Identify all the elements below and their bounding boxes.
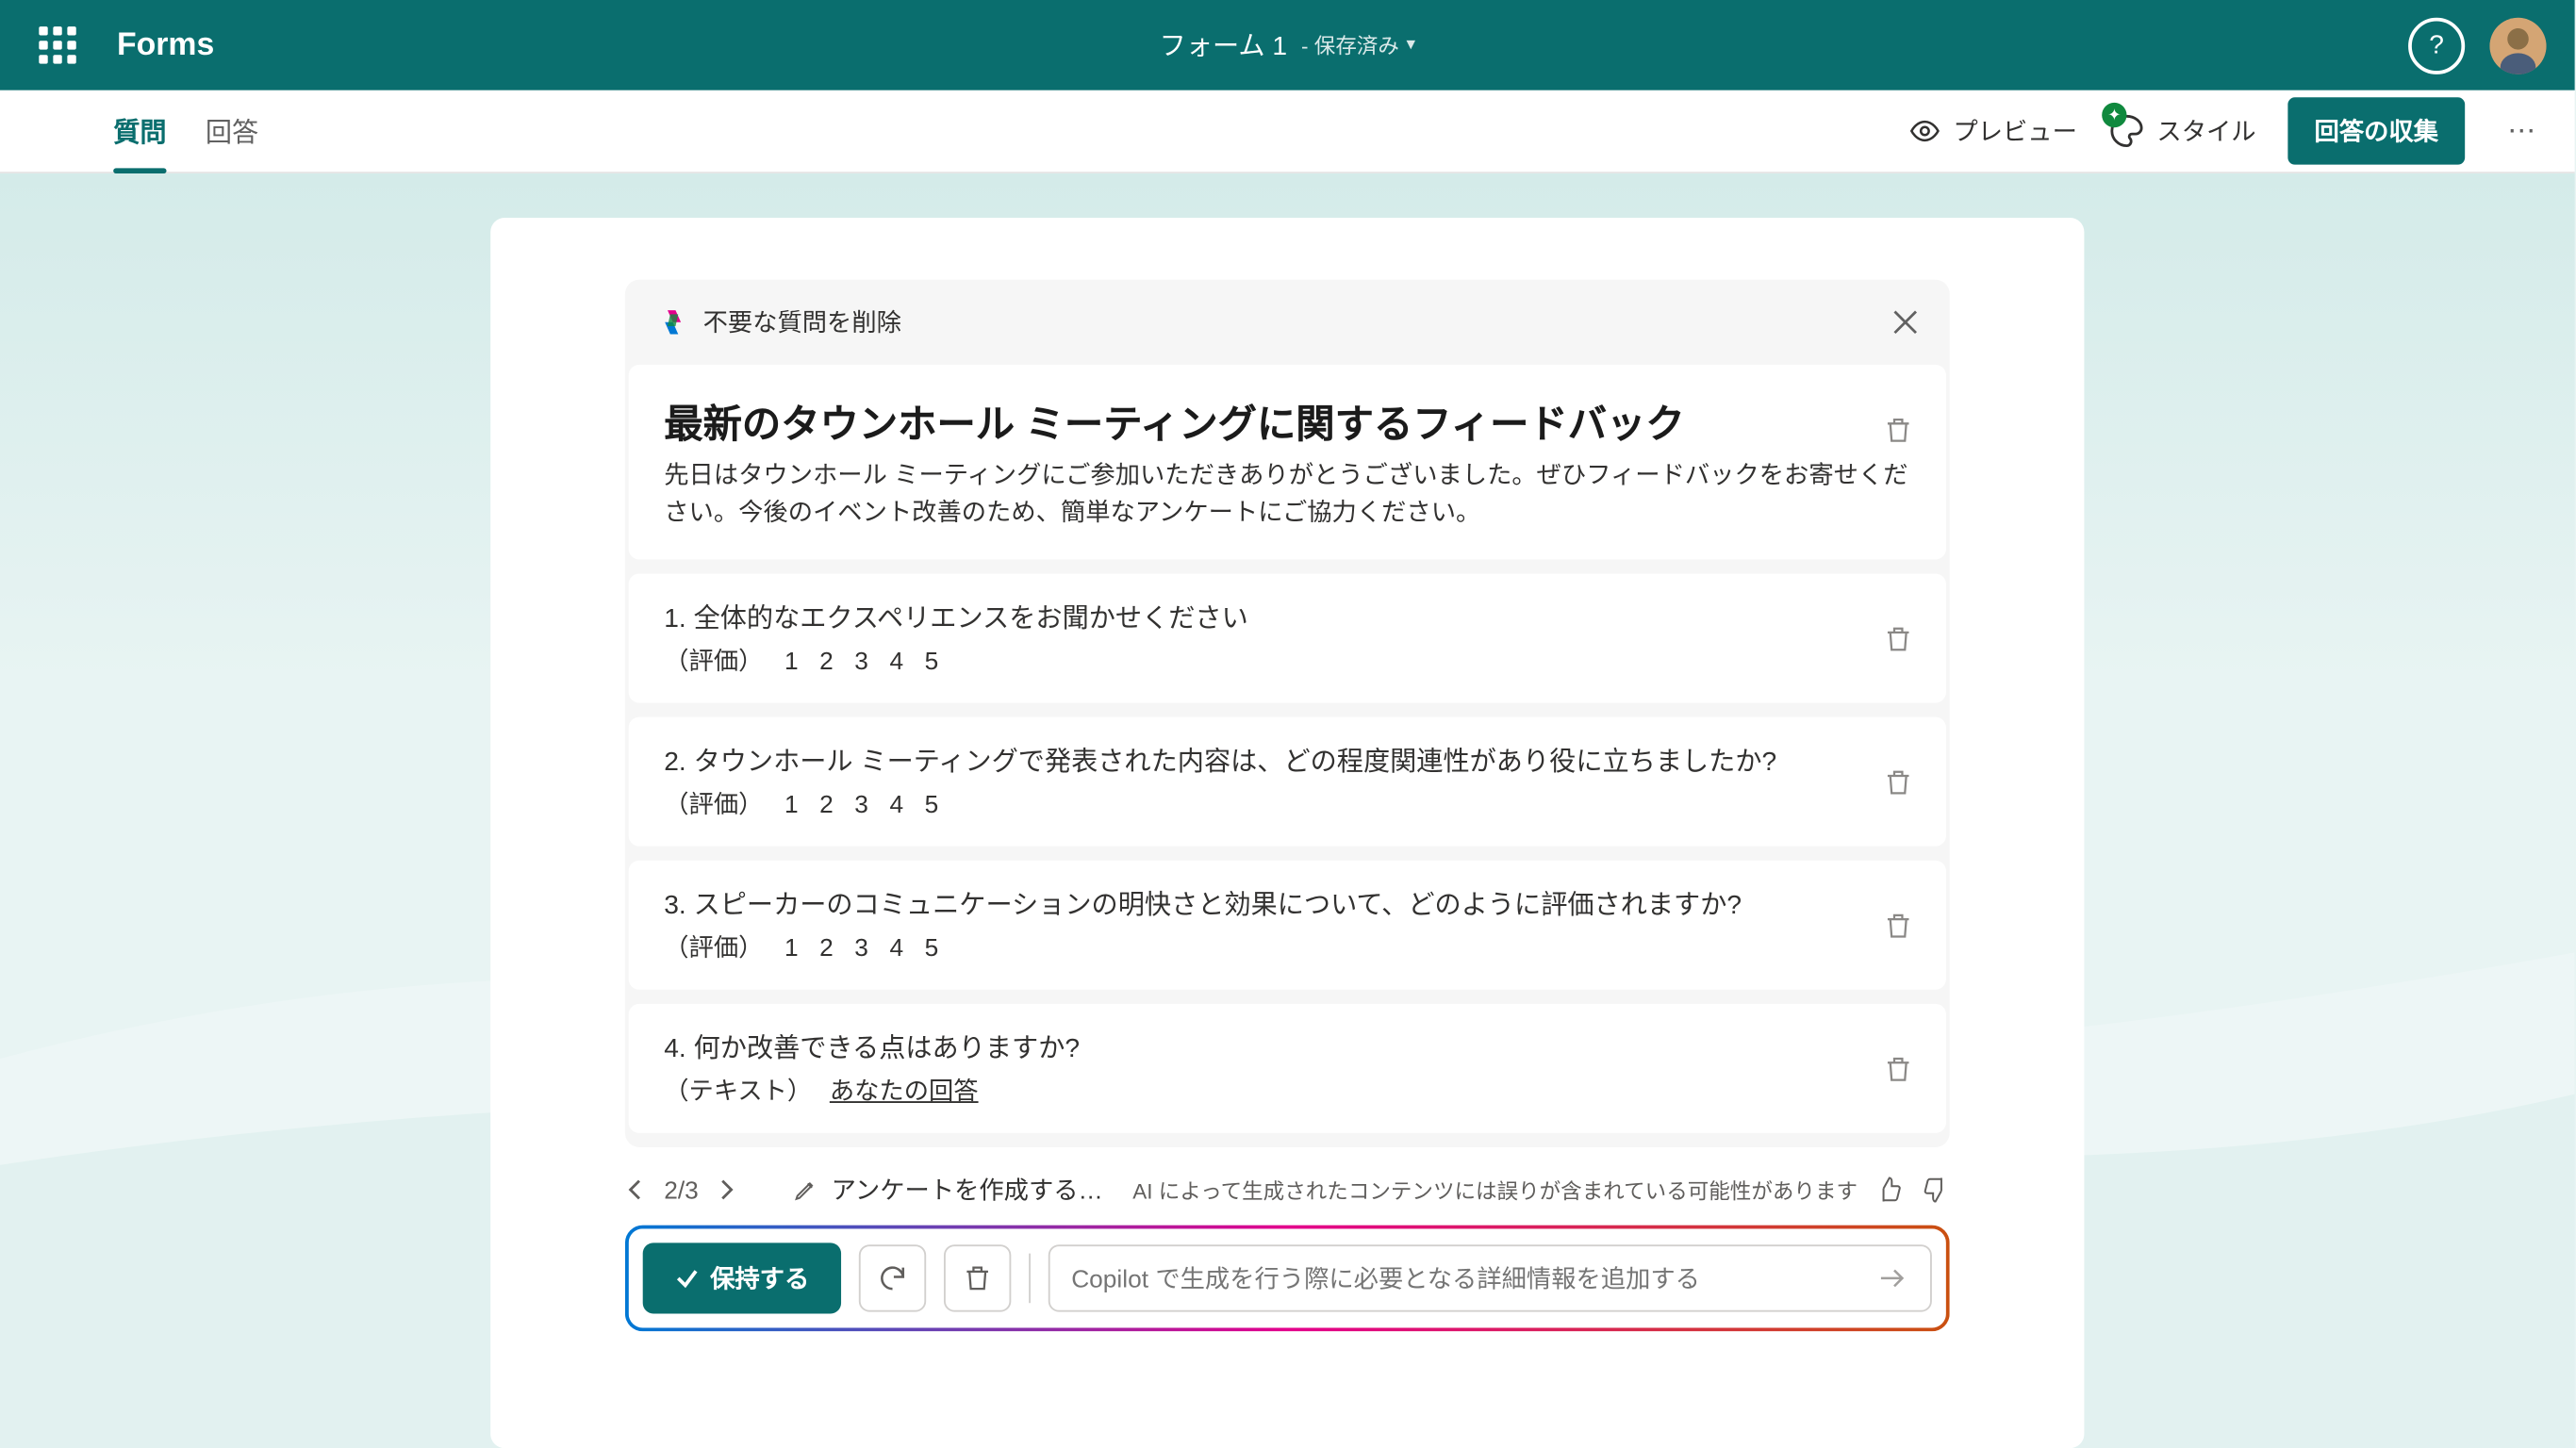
style-label: スタイル — [2156, 113, 2255, 149]
question-card[interactable]: 3. スピーカーのコミュニケーションの明快さと効果について、どのように評価されま… — [629, 861, 1946, 990]
question-meta: （評価）12345 — [664, 930, 1910, 965]
delete-question-button[interactable] — [1882, 622, 1914, 654]
copilot-action-bar: 保持する — [625, 1226, 1950, 1332]
question-meta: （評価）12345 — [664, 786, 1910, 822]
prev-suggestion-button[interactable] — [625, 1179, 647, 1201]
tab-questions[interactable]: 質問 — [113, 91, 166, 172]
copilot-panel-title: 不要な質問を削除 — [703, 304, 901, 340]
chevron-down-icon: ▾ — [1406, 36, 1414, 56]
close-icon — [1893, 310, 1918, 335]
thumbs-down-button[interactable] — [1922, 1176, 1950, 1204]
arrow-right-icon — [1877, 1262, 1909, 1294]
trash-icon — [1882, 765, 1914, 798]
edit-prompt-button[interactable]: アンケートを作成する… — [794, 1172, 1103, 1208]
refresh-icon — [877, 1262, 909, 1294]
pencil-icon — [794, 1177, 818, 1202]
question-text: 3. スピーカーのコミュニケーションの明快さと効果について、どのように評価されま… — [664, 885, 1910, 922]
page-indicator: 2/3 — [664, 1176, 699, 1204]
form-description: 先日はタウンホール ミーティングにご参加いただきありがとうございました。ぜひフィ… — [664, 457, 1910, 532]
question-meta: （テキスト） あなたの回答 — [664, 1073, 1910, 1109]
tabs: 質問 回答 — [113, 91, 258, 172]
thumbs-down-icon — [1922, 1176, 1950, 1204]
copilot-panel: 不要な質問を削除 最新のタウンホール ミーティングに関するフィードバック 先日は… — [625, 280, 1950, 1147]
preview-label: プレビュー — [1953, 113, 2076, 149]
brand-label: Forms — [117, 26, 214, 63]
trash-icon — [1882, 909, 1914, 941]
delete-question-button[interactable] — [1882, 1052, 1914, 1084]
trash-icon — [1882, 622, 1914, 654]
chevron-right-icon — [717, 1179, 738, 1201]
send-button[interactable] — [1877, 1262, 1909, 1294]
tab-responses[interactable]: 回答 — [206, 91, 258, 172]
question-card[interactable]: 4. 何か改善できる点はありますか? （テキスト） あなたの回答 — [629, 1004, 1946, 1133]
ai-disclaimer: AI によって生成されたコンテンツには誤りが含まれている可能性があります — [1132, 1175, 1858, 1205]
question-card[interactable]: 2. タウンホール ミーティングで発表された内容は、どの程度関連性があり役に立ち… — [629, 717, 1946, 847]
chevron-left-icon — [625, 1179, 647, 1201]
copilot-input-wrapper — [1049, 1244, 1932, 1311]
question-text: 4. 何か改善できる点はありますか? — [664, 1028, 1910, 1065]
preview-button[interactable]: プレビュー — [1908, 113, 2076, 149]
more-button[interactable]: ⋯ — [2497, 113, 2547, 149]
divider — [1029, 1254, 1031, 1304]
question-card[interactable]: 1. 全体的なエクスペリエンスをお聞かせください （評価）12345 — [629, 573, 1946, 702]
thumbs-up-button[interactable] — [1875, 1176, 1904, 1204]
sub-toolbar: 質問 回答 プレビュー ✦ スタイル 回答の収集 ⋯ — [0, 90, 2575, 173]
regenerate-button[interactable] — [859, 1244, 926, 1311]
close-panel-button[interactable] — [1893, 310, 1918, 335]
form-title-dropdown[interactable]: フォーム 1 - 保存済み ▾ — [1160, 26, 1415, 63]
copilot-icon — [657, 306, 689, 338]
stage: 不要な質問を削除 最新のタウンホール ミーティングに関するフィードバック 先日は… — [0, 173, 2575, 1448]
delete-intro-button[interactable] — [1882, 414, 1914, 446]
top-header: Forms フォーム 1 - 保存済み ▾ ? — [0, 0, 2575, 90]
delete-question-button[interactable] — [1882, 909, 1914, 941]
thumbs-up-icon — [1875, 1176, 1904, 1204]
discard-button[interactable] — [944, 1244, 1011, 1311]
question-meta: （評価）12345 — [664, 643, 1910, 679]
form-title: 最新のタウンホール ミーティングに関するフィードバック — [664, 393, 1910, 450]
keep-button[interactable]: 保持する — [643, 1242, 841, 1313]
intro-card[interactable]: 最新のタウンホール ミーティングに関するフィードバック 先日はタウンホール ミー… — [629, 365, 1946, 560]
trash-icon — [962, 1262, 994, 1294]
user-avatar[interactable] — [2489, 17, 2546, 74]
style-badge-icon: ✦ — [2102, 103, 2126, 127]
form-canvas: 不要な質問を削除 最新のタウンホール ミーティングに関するフィードバック 先日は… — [490, 218, 2084, 1448]
question-text: 1. 全体的なエクスペリエンスをお聞かせください — [664, 599, 1910, 635]
question-text: 2. タウンホール ミーティングで発表された内容は、どの程度関連性があり役に立ち… — [664, 742, 1910, 779]
keep-label: 保持する — [710, 1260, 809, 1296]
form-name: フォーム 1 — [1160, 26, 1287, 63]
help-button[interactable]: ? — [2408, 17, 2465, 74]
saved-status: - 保存済み — [1301, 30, 1399, 60]
next-suggestion-button[interactable] — [717, 1179, 738, 1201]
style-button[interactable]: ✦ スタイル — [2109, 113, 2256, 149]
copilot-input[interactable] — [1071, 1264, 1876, 1292]
check-icon — [675, 1266, 700, 1291]
app-launcher-button[interactable] — [28, 17, 85, 74]
eye-icon — [1908, 115, 1940, 147]
edit-prompt-label: アンケートを作成する… — [832, 1172, 1103, 1208]
waffle-icon — [38, 26, 74, 63]
copilot-panel-header: 不要な質問を削除 — [625, 280, 1950, 365]
collect-responses-button[interactable]: 回答の収集 — [2287, 97, 2465, 164]
trash-icon — [1882, 414, 1914, 446]
suggestion-nav: 2/3 アンケートを作成する… AI によって生成されたコンテンツには誤りが含ま… — [625, 1172, 1950, 1208]
delete-question-button[interactable] — [1882, 765, 1914, 798]
trash-icon — [1882, 1052, 1914, 1084]
